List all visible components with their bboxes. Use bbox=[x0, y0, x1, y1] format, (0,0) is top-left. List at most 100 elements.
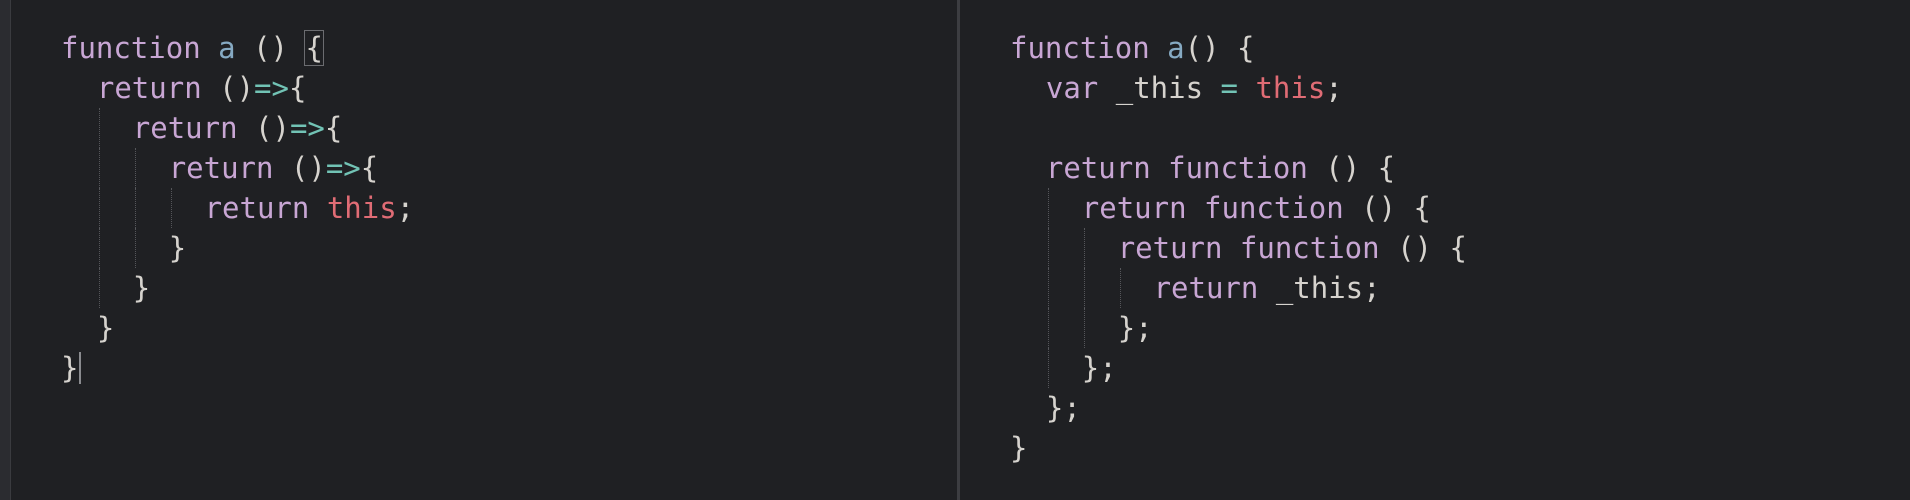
code-line-content: } bbox=[61, 231, 186, 265]
code-line[interactable]: return function () { bbox=[1010, 188, 1467, 228]
indent-guide bbox=[1119, 268, 1122, 308]
code-token: function bbox=[1168, 151, 1308, 185]
code-token: return bbox=[1153, 271, 1259, 305]
indent-guide bbox=[1047, 348, 1050, 388]
code-line-content: function a () { bbox=[61, 30, 324, 66]
code-line-content: return this; bbox=[61, 191, 415, 225]
code-line[interactable]: return this; bbox=[61, 188, 414, 228]
indent-guide bbox=[1083, 268, 1086, 308]
code-line[interactable]: }; bbox=[1010, 348, 1467, 388]
code-line[interactable]: return _this; bbox=[1010, 268, 1467, 308]
code-line-content: return _this; bbox=[1010, 271, 1381, 305]
code-line-content: function a() { bbox=[1010, 31, 1254, 65]
code-token: } bbox=[168, 231, 187, 265]
code-token: => bbox=[289, 111, 325, 145]
indent-guide bbox=[134, 148, 137, 188]
indent-guide bbox=[1047, 308, 1050, 348]
code-token: function bbox=[1239, 231, 1380, 265]
code-token: () { bbox=[1379, 231, 1467, 265]
code-line[interactable]: return function () { bbox=[1010, 228, 1467, 268]
indent-guide bbox=[170, 188, 173, 228]
code-line-content: } bbox=[61, 311, 114, 345]
left-editor-pane[interactable]: function a () {return ()=>{return ()=>{r… bbox=[11, 0, 957, 500]
indent-guide bbox=[1047, 228, 1050, 268]
code-token: a bbox=[1167, 31, 1185, 65]
code-line[interactable]: var _this = this; bbox=[1010, 68, 1467, 108]
indent-guide bbox=[1047, 268, 1050, 308]
indent-guide bbox=[98, 228, 101, 268]
code-token: } bbox=[1010, 431, 1028, 465]
code-line-content: return function () { bbox=[1010, 191, 1431, 225]
code-token: a bbox=[218, 31, 236, 65]
code-line-content: } bbox=[61, 271, 150, 305]
code-token: ; bbox=[396, 191, 415, 225]
code-line-content: }; bbox=[1010, 311, 1153, 345]
code-token: var bbox=[1045, 71, 1099, 105]
code-line[interactable]: } bbox=[1010, 428, 1467, 468]
code-token: ; bbox=[1325, 71, 1343, 105]
code-line-content: } bbox=[1010, 431, 1027, 465]
code-token: _this; bbox=[1258, 271, 1381, 305]
code-line[interactable]: } bbox=[61, 268, 414, 308]
code-line-content: return function () { bbox=[1010, 151, 1395, 185]
code-line[interactable]: } bbox=[61, 348, 414, 388]
code-token: = bbox=[1220, 71, 1238, 105]
indent-guide bbox=[1083, 308, 1086, 348]
code-token: () { bbox=[1307, 151, 1396, 185]
code-token: _this bbox=[1098, 71, 1221, 105]
code-line-content: }; bbox=[1010, 391, 1081, 425]
code-token: return bbox=[1117, 231, 1223, 265]
window-left-edge bbox=[0, 0, 11, 500]
code-token: function bbox=[1010, 31, 1150, 65]
indent-guide bbox=[134, 228, 137, 268]
text-cursor bbox=[79, 352, 82, 384]
code-line-content: var _this = this; bbox=[1010, 71, 1343, 105]
code-token: this bbox=[1255, 71, 1326, 105]
code-token: }; bbox=[1081, 351, 1117, 385]
code-token: }; bbox=[1117, 311, 1153, 345]
code-token: { bbox=[304, 30, 324, 66]
code-token: function bbox=[61, 31, 201, 65]
indent-guide bbox=[1083, 228, 1086, 268]
editor-screen: function a () {return ()=>{return ()=>{r… bbox=[0, 0, 1910, 500]
indent-guide bbox=[134, 188, 137, 228]
code-line-content: }; bbox=[1010, 351, 1117, 385]
code-line[interactable]: function a () { bbox=[61, 28, 414, 68]
code-token: { bbox=[288, 71, 307, 105]
indent-guide bbox=[98, 148, 101, 188]
code-line[interactable]: return function () { bbox=[1010, 148, 1467, 188]
code-token: return bbox=[132, 111, 238, 145]
code-token: return bbox=[168, 151, 274, 185]
right-code-block[interactable]: function a() {var _this = this; return fu… bbox=[1010, 28, 1467, 468]
indent-guide bbox=[1047, 188, 1050, 228]
code-token: () bbox=[237, 111, 290, 145]
code-line-content: return ()=>{ bbox=[61, 111, 343, 145]
code-token: () { bbox=[1184, 31, 1255, 65]
code-token: return bbox=[1081, 191, 1187, 225]
code-line[interactable]: } bbox=[61, 228, 414, 268]
code-line[interactable]: }; bbox=[1010, 388, 1467, 428]
code-line[interactable]: }; bbox=[1010, 308, 1467, 348]
code-token: return bbox=[204, 191, 310, 225]
code-token: } bbox=[96, 311, 115, 345]
code-line-content: return function () { bbox=[1010, 231, 1467, 265]
code-token: () bbox=[235, 31, 306, 65]
code-line[interactable]: return ()=>{ bbox=[61, 148, 414, 188]
right-editor-pane[interactable]: function a() {var _this = this; return fu… bbox=[960, 0, 1910, 500]
code-token: }; bbox=[1045, 391, 1081, 425]
code-line-content: return ()=>{ bbox=[61, 71, 307, 105]
code-token: () bbox=[201, 71, 255, 105]
code-line[interactable]: function a() { bbox=[1010, 28, 1467, 68]
code-token: { bbox=[324, 111, 343, 145]
code-line[interactable] bbox=[1010, 108, 1467, 148]
code-line[interactable]: return ()=>{ bbox=[61, 108, 414, 148]
code-line[interactable]: return ()=>{ bbox=[61, 68, 414, 108]
code-token: function bbox=[1204, 191, 1344, 225]
left-code-block[interactable]: function a () {return ()=>{return ()=>{r… bbox=[61, 28, 414, 388]
code-line[interactable]: } bbox=[61, 308, 414, 348]
